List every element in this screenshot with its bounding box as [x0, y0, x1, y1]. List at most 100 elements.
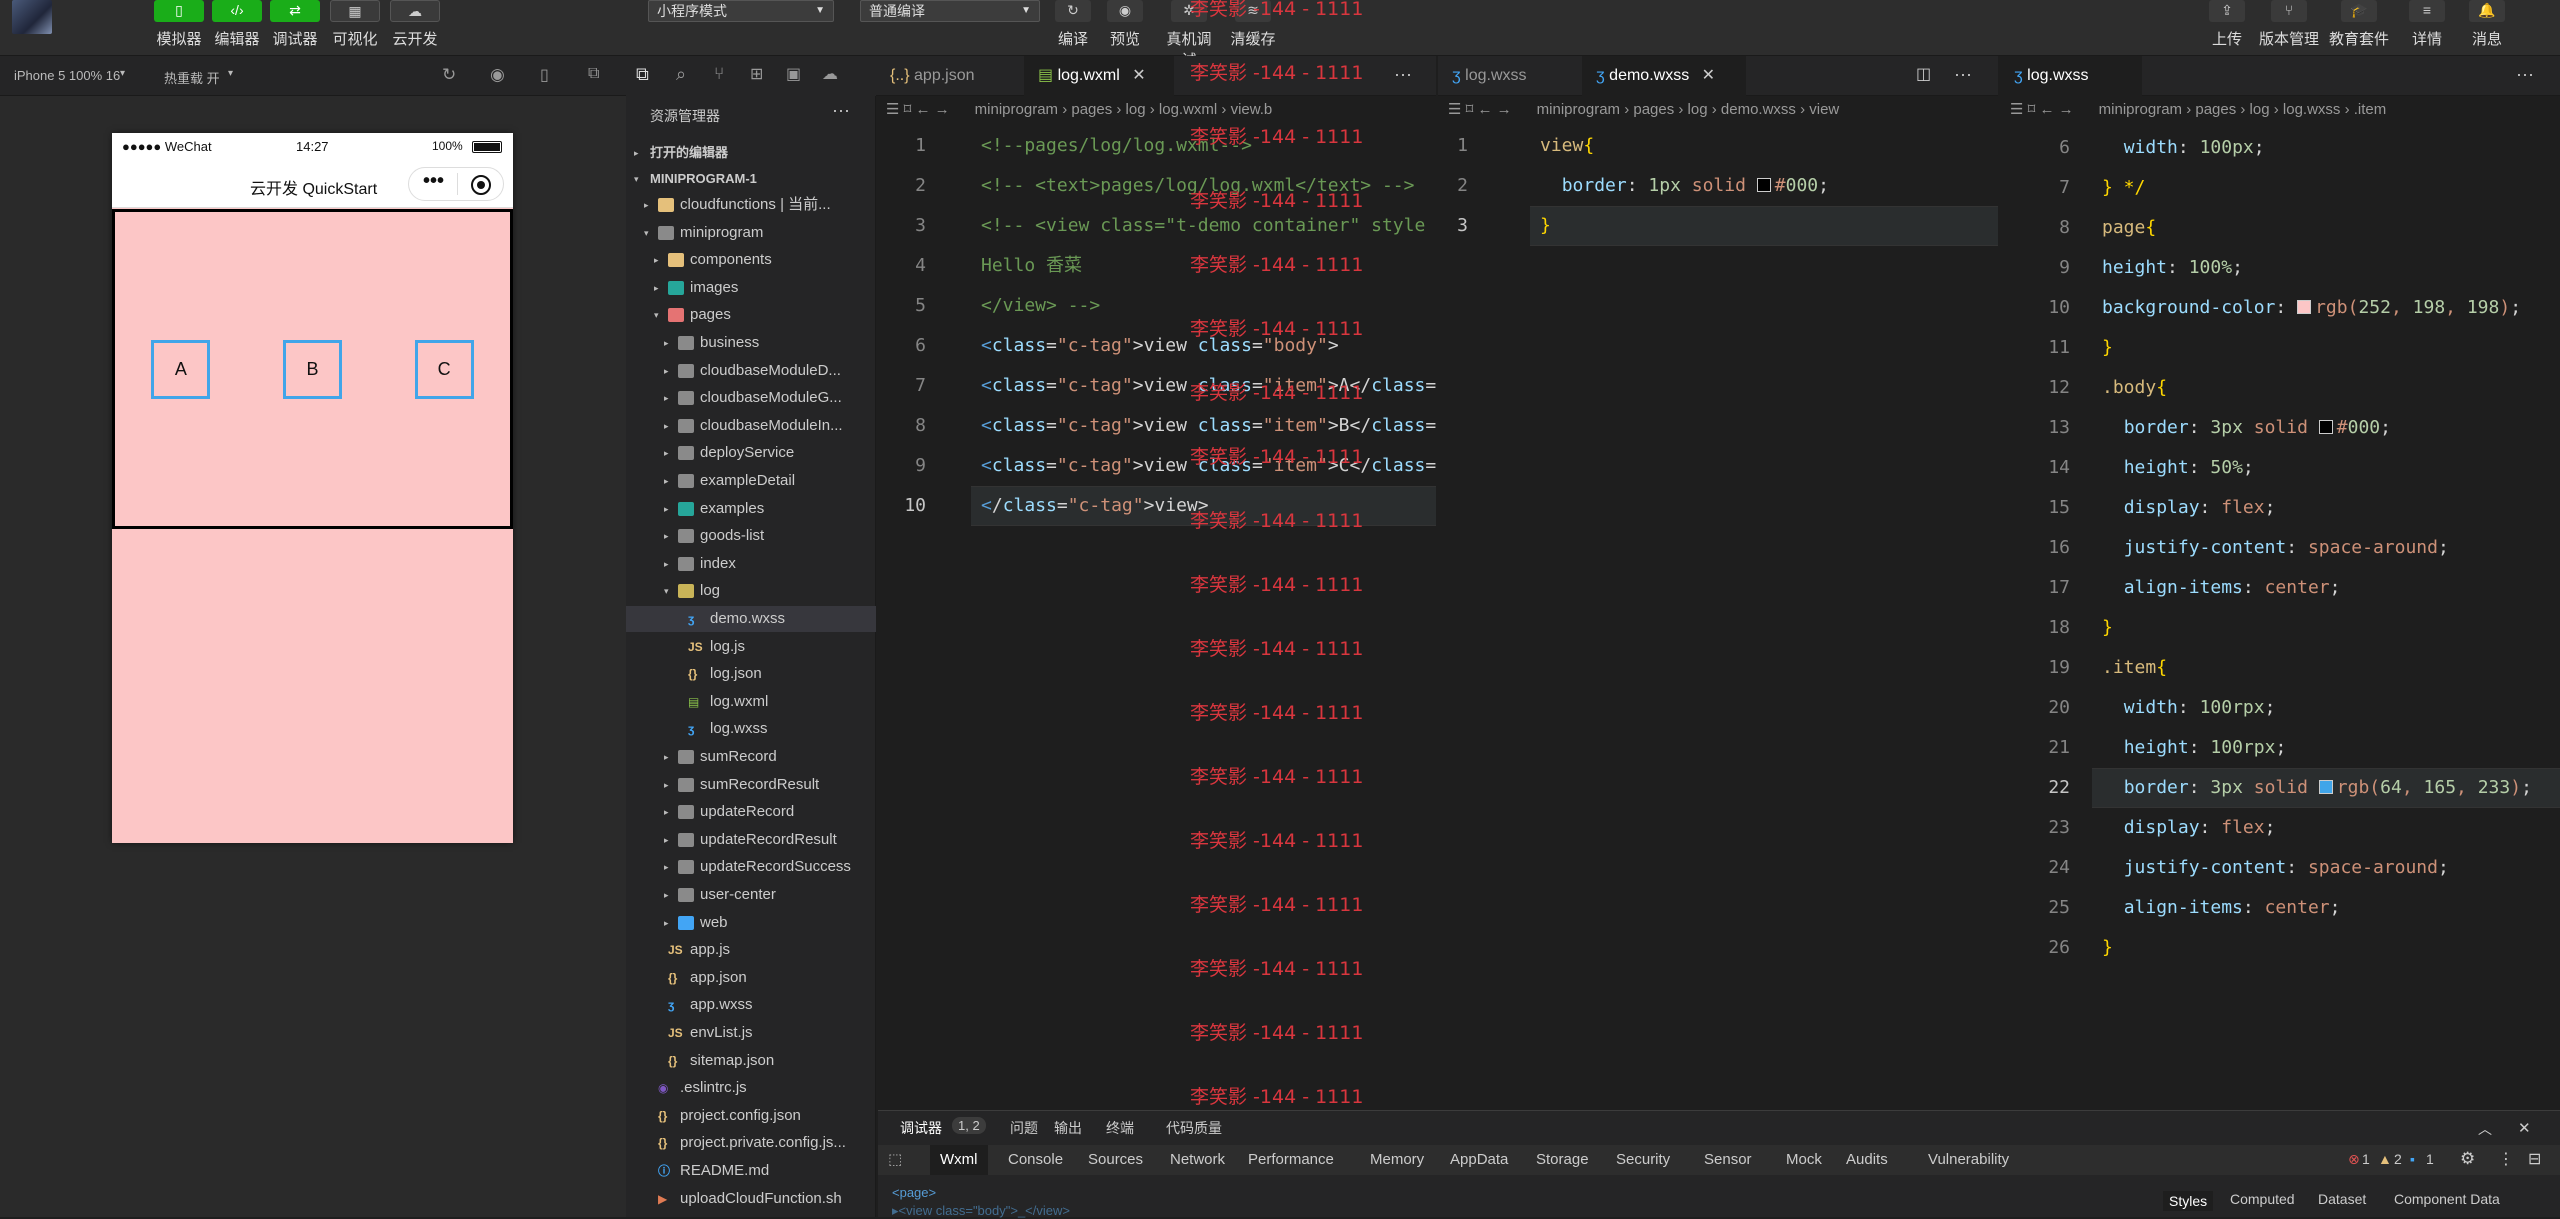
kebab-icon[interactable]: ⋮: [2498, 1149, 2514, 1169]
tab-log-wxss[interactable]: ʒ log.wxss: [1438, 56, 1580, 96]
code-line[interactable]: page{: [2102, 208, 2156, 248]
more-icon[interactable]: ···: [1954, 64, 1972, 85]
devtools-tab[interactable]: AppData: [1450, 1151, 1508, 1168]
item-b[interactable]: B: [282, 339, 342, 399]
debug-icon[interactable]: ⊞: [750, 64, 763, 84]
toolbar-branch-button[interactable]: ⑂ 版本管理: [2257, 0, 2321, 49]
tree-item[interactable]: JS envList.js: [626, 1020, 876, 1046]
open-editors-section[interactable]: ▸ 打开的编辑器: [626, 140, 876, 166]
item-c[interactable]: C: [414, 339, 474, 399]
code-line[interactable]: view{: [1540, 126, 1594, 166]
code-line[interactable]: display: flex;: [2102, 488, 2276, 528]
style-tab[interactable]: Dataset: [2318, 1191, 2366, 1207]
code-line[interactable]: width: 100px;: [2102, 128, 2265, 168]
tree-item[interactable]: ▸ components: [626, 247, 876, 273]
devtools-top-tab[interactable]: 问题: [1010, 1118, 1038, 1138]
devtools-tab[interactable]: Security: [1616, 1151, 1670, 1168]
close-icon[interactable]: ✕: [1132, 67, 1145, 84]
toolbar-sliders-button[interactable]: ⇄ 调试器: [266, 0, 324, 49]
tree-item[interactable]: ▸ user-center: [626, 882, 876, 908]
tree-item[interactable]: {} sitemap.json: [626, 1048, 876, 1074]
devtools-top-tab[interactable]: 终端: [1106, 1118, 1134, 1138]
inspect-icon[interactable]: ⬚: [888, 1150, 902, 1168]
toolbar-eye-button[interactable]: ◉ 预览: [1098, 0, 1152, 49]
tree-item[interactable]: {} log.json: [626, 661, 876, 687]
close-icon[interactable]: ✕: [2518, 1119, 2531, 1137]
close-icon[interactable]: ✕: [1702, 67, 1715, 84]
tree-item[interactable]: JS app.js: [626, 937, 876, 963]
tree-item[interactable]: ▸ examples: [626, 496, 876, 522]
tree-item[interactable]: {} project.private.config.js...: [626, 1130, 876, 1156]
devtools-tab[interactable]: Performance: [1248, 1151, 1334, 1168]
devtools-tab[interactable]: Vulnerability: [1928, 1151, 2009, 1168]
gear-icon[interactable]: ⚙: [2460, 1149, 2475, 1169]
code-line[interactable]: <class="c-tag">view class="item">B</clas…: [981, 406, 1436, 446]
tab-demo-wxss[interactable]: ʒ demo.wxss ✕: [1582, 56, 1746, 96]
tree-item[interactable]: ▸ exampleDetail: [626, 468, 876, 494]
tree-item[interactable]: {} app.json: [626, 965, 876, 991]
devtools-tab[interactable]: Mock: [1786, 1151, 1822, 1168]
toolbar-layout-button[interactable]: ▦ 可视化: [326, 0, 384, 49]
tree-item[interactable]: ▸ updateRecordSuccess: [626, 854, 876, 880]
hot-reload-toggle[interactable]: 热重载 开: [164, 68, 220, 87]
devtools-tab[interactable]: Memory: [1370, 1151, 1424, 1168]
tree-item[interactable]: ▸ updateRecordResult: [626, 827, 876, 853]
tree-item[interactable]: ▸ cloudbaseModuleIn...: [626, 413, 876, 439]
tree-item[interactable]: ▸ index: [626, 551, 876, 577]
files-icon[interactable]: ⧉: [636, 64, 649, 85]
devtools-tab[interactable]: Storage: [1536, 1151, 1589, 1168]
tab-log-wxss-2[interactable]: ʒ log.wxss: [2000, 56, 2142, 96]
more-icon[interactable]: ···: [832, 100, 850, 121]
code-line[interactable]: }: [2102, 928, 2113, 968]
device-icon[interactable]: ▯: [540, 65, 549, 85]
code-line[interactable]: } */: [2102, 168, 2145, 208]
code-line[interactable]: .item{: [2102, 648, 2167, 688]
compile-select[interactable]: 普通编译 ▼: [860, 0, 1040, 22]
tree-item[interactable]: ▶ uploadCloudFunction.sh: [626, 1186, 876, 1212]
code-line[interactable]: align-items: center;: [2102, 568, 2341, 608]
devtools-tab[interactable]: Console: [1008, 1151, 1063, 1168]
code-line[interactable]: </view> -->: [981, 286, 1100, 326]
code-line[interactable]: .body{: [2102, 368, 2167, 408]
tree-item[interactable]: ◉ .eslintrc.js: [626, 1075, 876, 1101]
toolbar-graduation-button[interactable]: 🎓 教育套件: [2327, 0, 2391, 49]
code-line[interactable]: border: 3px solid rgb(64, 165, 233);: [2102, 768, 2532, 808]
code-line[interactable]: display: flex;: [2102, 808, 2276, 848]
tab-log-wxml[interactable]: ▤ log.wxml ✕: [1024, 56, 1174, 96]
tree-item[interactable]: ▸ deployService: [626, 440, 876, 466]
tree-item[interactable]: ▸ goods-list: [626, 523, 876, 549]
code-line[interactable]: height: 100%;: [2102, 248, 2243, 288]
detach-icon[interactable]: ⧉: [588, 65, 599, 83]
mode-select[interactable]: 小程序模式 ▼: [648, 0, 834, 22]
code-line[interactable]: justify-content: space-around;: [2102, 528, 2449, 568]
code-line[interactable]: }: [2102, 328, 2113, 368]
devtools-tab[interactable]: Wxml: [930, 1145, 988, 1175]
code-line[interactable]: Hello 香菜: [981, 246, 1082, 286]
dock-icon[interactable]: ⊟: [2528, 1149, 2541, 1169]
tree-item[interactable]: ▾ pages: [626, 302, 876, 328]
style-tab[interactable]: Computed: [2230, 1191, 2295, 1207]
device-select[interactable]: iPhone 5 100% 16: [14, 68, 120, 83]
tree-item[interactable]: ⓘ README.md: [626, 1158, 876, 1184]
code-line[interactable]: justify-content: space-around;: [2102, 848, 2449, 888]
toolbar-code-button[interactable]: ‹/› 编辑器: [208, 0, 266, 49]
close-circle-icon[interactable]: [471, 175, 491, 195]
tree-item[interactable]: ▸ cloudbaseModuleD...: [626, 358, 876, 384]
search-icon[interactable]: ⌕: [676, 64, 686, 85]
tree-item[interactable]: ▸ web: [626, 910, 876, 936]
toolbar-cloud-button[interactable]: ☁ 云开发: [386, 0, 444, 49]
more-icon[interactable]: ···: [2516, 64, 2534, 85]
tree-item[interactable]: ʒ app.wxss: [626, 992, 876, 1018]
devtools-tab[interactable]: Network: [1170, 1151, 1225, 1168]
cloud-icon[interactable]: ☁: [822, 64, 838, 84]
tab-app-json[interactable]: {..} app.json: [876, 56, 1022, 96]
code-line[interactable]: border: 3px solid #000;: [2102, 408, 2391, 448]
toolbar-bell-button[interactable]: 🔔 消息: [2455, 0, 2519, 49]
tree-item[interactable]: ▾ miniprogram: [626, 220, 876, 246]
tree-item[interactable]: ▸ images: [626, 275, 876, 301]
code-line[interactable]: width: 100rpx;: [2102, 688, 2276, 728]
code-line[interactable]: background-color: rgb(252, 198, 198);: [2102, 288, 2521, 328]
devtools-top-tab[interactable]: 调试器: [900, 1118, 942, 1138]
extensions-icon[interactable]: ▣: [786, 64, 801, 84]
tree-item[interactable]: ▸ business: [626, 330, 876, 356]
